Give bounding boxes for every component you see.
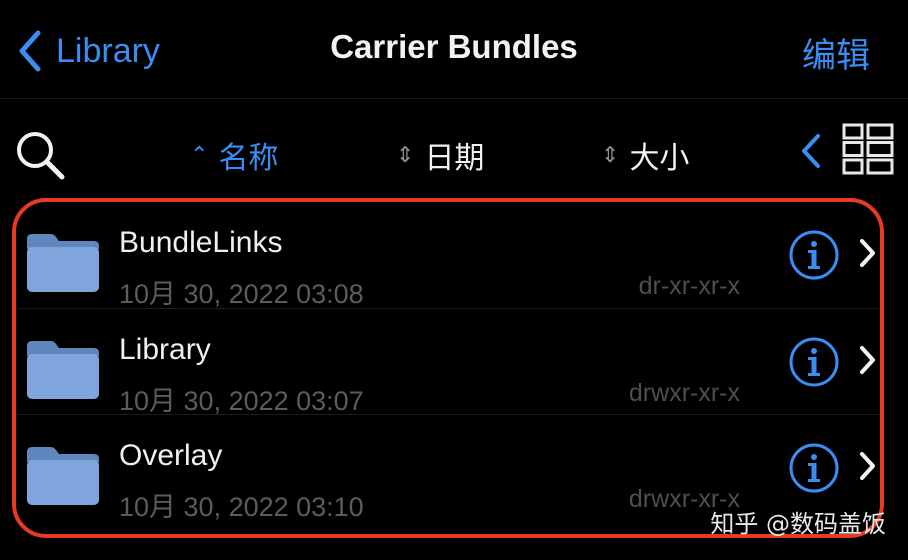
sort-by-date-button[interactable]: ⇕ 日期 bbox=[396, 133, 484, 177]
file-list: BundleLinks 10月 30, 2022 03:08 dr-xr-xr-… bbox=[12, 198, 884, 538]
file-date: 10月 30, 2022 03:07 bbox=[119, 386, 364, 416]
page-title: Carrier Bundles bbox=[330, 28, 578, 65]
info-icon[interactable] bbox=[788, 229, 840, 281]
edit-button[interactable]: 编辑 bbox=[802, 28, 870, 77]
sort-name-label: 名称 bbox=[218, 141, 279, 176]
file-permissions: dr-xr-xr-x bbox=[638, 272, 740, 300]
sort-updown-icon: ⇕ bbox=[396, 142, 415, 168]
sort-date-label: 日期 bbox=[424, 141, 485, 176]
list-item[interactable]: Library 10月 30, 2022 03:07 drwxr-xr-x bbox=[16, 308, 880, 416]
file-permissions: drwxr-xr-x bbox=[628, 379, 740, 407]
sort-by-size-button[interactable]: ⇕ 大小 bbox=[601, 133, 689, 177]
navigation-bar: Library Carrier Bundles 编辑 bbox=[0, 0, 908, 99]
chevron-left-icon[interactable] bbox=[800, 133, 822, 169]
folder-icon bbox=[27, 447, 99, 505]
chevron-right-icon[interactable] bbox=[858, 345, 876, 375]
sort-updown-icon: ⇕ bbox=[601, 142, 620, 168]
chevron-right-icon[interactable] bbox=[858, 451, 876, 481]
list-view-icon[interactable] bbox=[842, 123, 894, 175]
file-date: 10月 30, 2022 03:08 bbox=[119, 279, 364, 309]
sort-bar: ⌃ 名称 ⇕ 日期 ⇕ 大小 bbox=[0, 99, 908, 199]
search-icon[interactable] bbox=[14, 129, 70, 181]
sort-by-name-button[interactable]: ⌃ 名称 bbox=[190, 133, 278, 177]
file-name: Overlay bbox=[119, 439, 223, 472]
folder-icon bbox=[27, 341, 99, 399]
info-icon[interactable] bbox=[788, 336, 840, 388]
sort-up-icon: ⌃ bbox=[190, 142, 209, 168]
chevron-right-icon[interactable] bbox=[858, 238, 876, 268]
info-icon[interactable] bbox=[788, 442, 840, 494]
folder-icon bbox=[27, 234, 99, 292]
file-name: BundleLinks bbox=[119, 226, 283, 259]
watermark: 知乎 @数码盖饭 bbox=[710, 510, 886, 538]
list-item[interactable]: BundleLinks 10月 30, 2022 03:08 dr-xr-xr-… bbox=[16, 202, 880, 309]
file-name: Library bbox=[119, 333, 211, 366]
sort-size-label: 大小 bbox=[629, 141, 690, 176]
file-date: 10月 30, 2022 03:10 bbox=[119, 492, 364, 522]
